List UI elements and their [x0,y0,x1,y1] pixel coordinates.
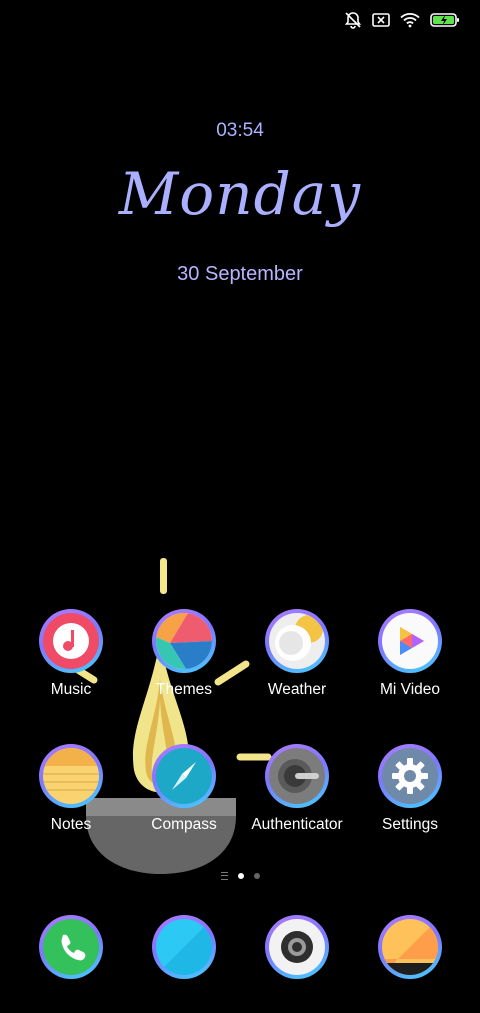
app-label: Settings [381,816,438,833]
app-notes[interactable]: Notes [15,744,127,834]
status-bar [344,8,460,32]
app-label: Weather [267,681,327,698]
weather-icon [275,615,323,661]
app-label: Mi Video [379,681,441,698]
notifications-off-icon [344,11,362,29]
page-dot[interactable] [253,873,260,879]
app-compass[interactable]: Compass [128,744,240,834]
date-label: 30 September [177,263,303,285]
app-label: Authenticator [251,816,343,833]
app-mi-video[interactable]: Mi Video [354,609,466,699]
authenticator-icon [278,759,319,793]
wifi-icon [400,12,420,28]
app-music[interactable]: Music [15,609,127,699]
dock-messaging[interactable] [128,915,240,979]
music-icon [53,623,89,659]
compass-icon [172,762,196,790]
dock-camera[interactable] [241,915,353,979]
wallpaper-lamp [74,558,272,874]
mi-video-icon [400,627,424,655]
themes-icon [156,613,212,669]
dock-phone[interactable] [15,915,127,979]
app-label: Notes [50,816,92,833]
no-sim-icon [372,12,390,28]
app-settings[interactable]: Settings [354,744,466,834]
camera-icon [281,931,313,963]
app-label: Music [50,681,92,698]
app-weather[interactable]: Weather [241,609,353,699]
notes-icon [43,748,99,791]
app-label: Themes [156,681,212,698]
gallery-icon [382,919,438,975]
dock-gallery[interactable] [354,915,466,979]
battery-charging-icon [430,12,460,28]
page-indicator[interactable] [0,872,480,880]
menu-icon[interactable] [220,872,228,880]
phone-icon [61,934,86,961]
settings-icon [392,758,428,794]
messaging-icon [156,919,212,975]
app-themes[interactable]: Themes [128,609,240,699]
app-label: Compass [151,816,217,833]
app-authenticator[interactable]: Authenticator [241,744,353,834]
page-dot-current[interactable] [237,873,244,879]
weekday-label: Monday [118,160,362,228]
clock-time: 03:54 [216,120,264,141]
